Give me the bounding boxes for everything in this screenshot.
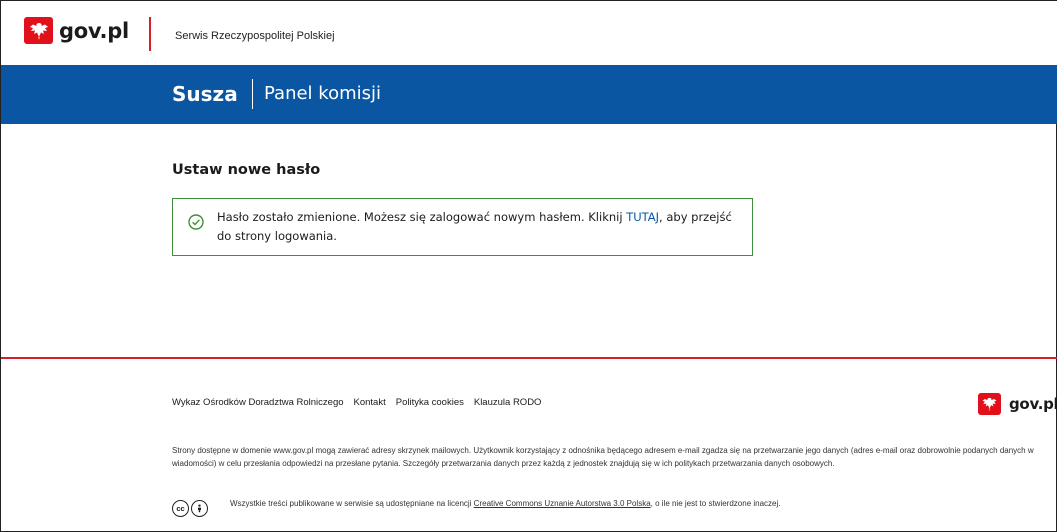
app-title-separator bbox=[252, 79, 253, 109]
footer-links: Wykaz Ośrodków Doradztwa Rolniczego Kont… bbox=[172, 397, 551, 408]
top-header: gov.pl Serwis Rzeczypospolitej Polskiej bbox=[1, 1, 1057, 65]
cc-icon: cc bbox=[172, 500, 189, 517]
alert-message: Hasło zostało zmienione. Możesz się zalo… bbox=[217, 208, 737, 246]
app-bar: Susza Panel komisji bbox=[1, 65, 1057, 124]
privacy-disclaimer: Strony dostępne w domenie www.gov.pl mog… bbox=[172, 446, 1034, 468]
logo-text: gov.pl bbox=[59, 18, 129, 43]
footer-gov-pl-logo[interactable]: gov.pl bbox=[978, 393, 1057, 415]
footer-logo-text: gov.pl bbox=[1009, 395, 1057, 413]
footer-link-odr[interactable]: Wykaz Ośrodków Doradztwa Rolniczego bbox=[172, 397, 344, 408]
service-name: Serwis Rzeczypospolitej Polskiej bbox=[175, 30, 335, 42]
license-link[interactable]: Creative Commons Uznanie Autorstwa 3.0 P… bbox=[474, 499, 651, 508]
app-title[interactable]: Susza bbox=[172, 82, 238, 106]
attribution-person-icon bbox=[191, 500, 208, 517]
creative-commons-icon: cc bbox=[172, 500, 208, 517]
license-before: Wszystkie treści publikowane w serwisie … bbox=[230, 499, 474, 508]
alert-text-before: Hasło zostało zmienione. Możesz się zalo… bbox=[217, 210, 627, 224]
login-link[interactable]: TUTAJ bbox=[626, 210, 659, 224]
header-divider bbox=[149, 17, 151, 51]
success-alert: Hasło zostało zmienione. Możesz się zalo… bbox=[172, 198, 753, 256]
polish-eagle-icon bbox=[978, 393, 1001, 415]
license-notice: cc Wszystkie treści publikowane w serwis… bbox=[172, 498, 790, 517]
footer-link-cookies[interactable]: Polityka cookies bbox=[396, 397, 464, 408]
page-title: Ustaw nowe hasło bbox=[172, 162, 321, 178]
footer-link-rodo[interactable]: Klauzula RODO bbox=[474, 397, 542, 408]
footer-link-contact[interactable]: Kontakt bbox=[354, 397, 386, 408]
license-after: , o ile nie jest to stwierdzone inaczej. bbox=[650, 499, 781, 508]
gov-pl-logo[interactable]: gov.pl bbox=[24, 17, 129, 44]
polish-eagle-icon bbox=[24, 17, 53, 44]
app-subtitle: Panel komisji bbox=[264, 83, 381, 104]
check-circle-icon bbox=[188, 214, 204, 230]
license-text: Wszystkie treści publikowane w serwisie … bbox=[230, 498, 790, 509]
footer-divider bbox=[1, 357, 1057, 359]
